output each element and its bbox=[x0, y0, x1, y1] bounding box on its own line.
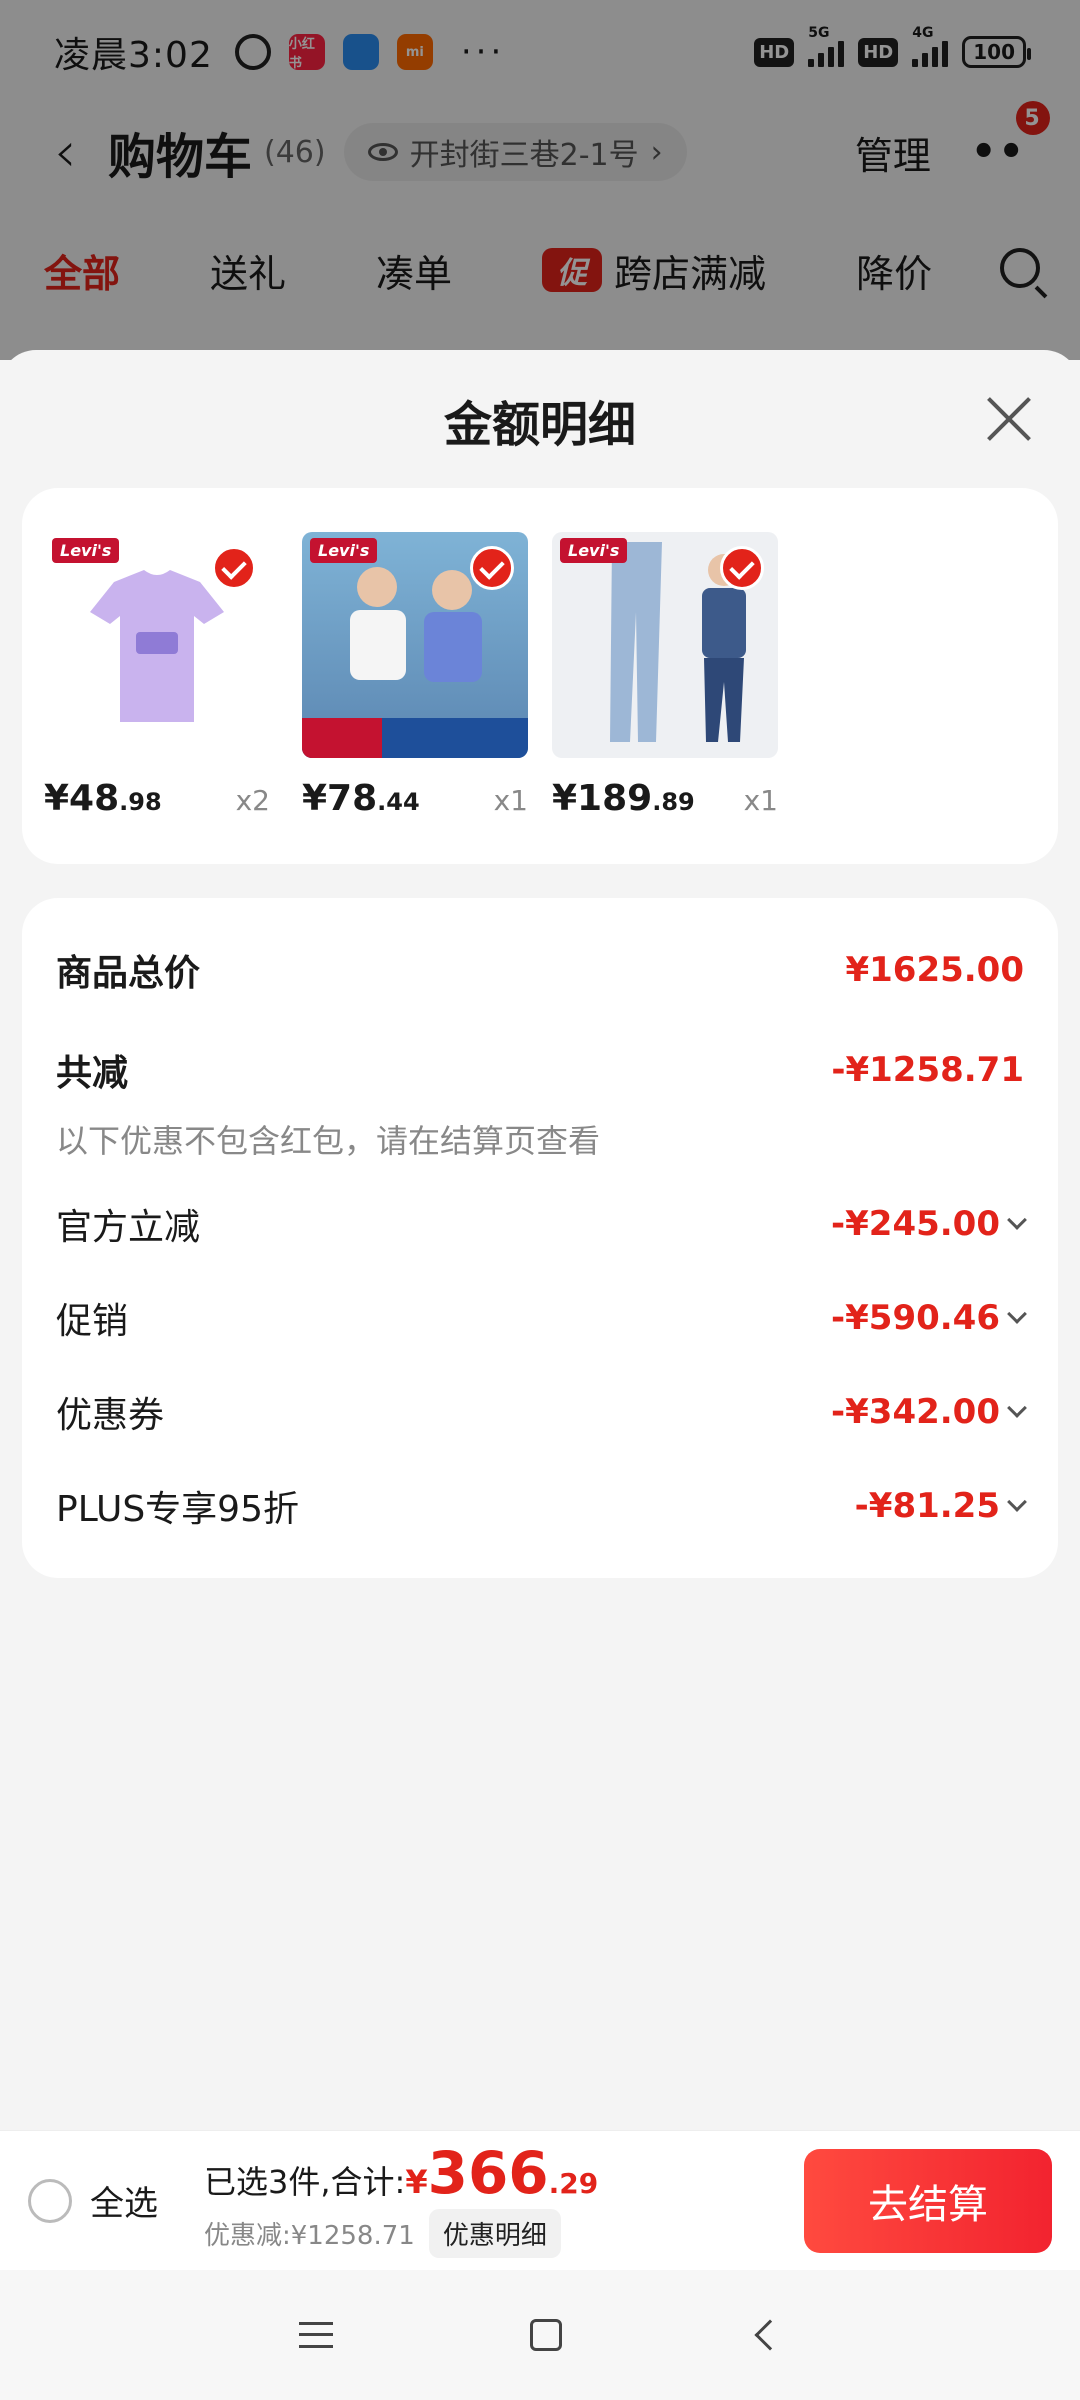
total-price-row: 商品总价 ¥1625.00 bbox=[56, 944, 1024, 996]
product-image-jeans: Levi's bbox=[552, 532, 778, 758]
product-price: ¥189.89 bbox=[552, 778, 695, 819]
totals: 已选3件,合计: ¥ 366 .29 优惠减:¥1258.71 优惠明细 bbox=[204, 2144, 598, 2258]
back-icon[interactable] bbox=[754, 2319, 786, 2351]
selected-check-icon[interactable] bbox=[212, 546, 256, 590]
total-price-label: 商品总价 bbox=[56, 953, 201, 994]
product-qty: x1 bbox=[493, 784, 528, 817]
system-nav-bar bbox=[0, 2270, 1080, 2400]
total-price-value: ¥1625.00 bbox=[845, 950, 1024, 990]
discount-detail-button[interactable]: 优惠明细 bbox=[428, 2208, 561, 2258]
product-item[interactable]: Levi's ¥189.89 x1 bbox=[552, 532, 778, 819]
total-discount-row: 共减 -¥1258.71 bbox=[56, 1044, 1024, 1096]
close-icon[interactable] bbox=[984, 394, 1034, 444]
select-all-label[interactable]: 全选 bbox=[90, 2176, 158, 2225]
selected-count-text: 已选3件,合计: bbox=[204, 2162, 406, 2201]
chevron-down-icon bbox=[1007, 1210, 1027, 1230]
chevron-down-icon bbox=[1007, 1492, 1027, 1512]
checkout-button[interactable]: 去结算 bbox=[804, 2148, 1052, 2253]
chevron-down-icon bbox=[1007, 1398, 1027, 1418]
total-discount-value: -¥1258.71 bbox=[831, 1050, 1024, 1090]
product-price: ¥48.98 bbox=[44, 778, 162, 819]
discount-item-plus[interactable]: PLUS专享95折 -¥81.25 bbox=[56, 1480, 1027, 1532]
checkout-bar: 全选 已选3件,合计: ¥ 366 .29 优惠减:¥1258.71 优惠明细 … bbox=[0, 2130, 1080, 2270]
product-item[interactable]: Levi's ¥78.44 x1 bbox=[302, 532, 528, 819]
sheet-title: 金额明细 bbox=[443, 397, 636, 453]
discount-item-coupon[interactable]: 优惠券 -¥342.00 bbox=[56, 1386, 1027, 1438]
product-image-tshirt-purple: Levi's bbox=[44, 532, 270, 758]
total-amount: 366 bbox=[427, 2138, 549, 2207]
levis-logo: Levi's bbox=[310, 538, 378, 563]
product-price: ¥78.44 bbox=[302, 778, 420, 819]
home-icon[interactable] bbox=[529, 2319, 562, 2351]
discount-note: 以下优惠不包含红包，请在结算页查看 bbox=[56, 1122, 601, 1160]
levis-logo: Levi's bbox=[52, 538, 120, 563]
menu-icon[interactable] bbox=[298, 2322, 333, 2348]
chevron-down-icon bbox=[1007, 1304, 1027, 1324]
selected-products-card: Levi's ¥48.98 x2 Levi's ¥78.44 x1 Levi's… bbox=[22, 488, 1058, 864]
price-summary-card: 商品总价 ¥1625.00 共减 -¥1258.71 以下优惠不包含红包，请在结… bbox=[22, 898, 1058, 1578]
amount-detail-sheet: 金额明细 Levi's ¥48.98 x2 Levi's ¥78.44 x1 L… bbox=[0, 350, 1080, 2400]
product-image-couple-tees: Levi's bbox=[302, 532, 528, 758]
product-item[interactable]: Levi's ¥48.98 x2 bbox=[44, 532, 270, 819]
selected-check-icon[interactable] bbox=[470, 546, 514, 590]
discount-item-promo[interactable]: 促销 -¥590.46 bbox=[56, 1292, 1027, 1344]
product-qty: x1 bbox=[743, 784, 778, 817]
selected-check-icon[interactable] bbox=[720, 546, 764, 590]
saved-amount-text: 优惠减:¥1258.71 bbox=[204, 2220, 415, 2251]
select-all-radio[interactable] bbox=[28, 2178, 72, 2223]
modal-overlay[interactable] bbox=[0, 0, 1080, 360]
levis-logo: Levi's bbox=[560, 538, 628, 563]
discount-item-official[interactable]: 官方立减 -¥245.00 bbox=[56, 1198, 1027, 1250]
total-discount-label: 共减 bbox=[56, 1053, 129, 1094]
product-qty: x2 bbox=[235, 784, 270, 817]
